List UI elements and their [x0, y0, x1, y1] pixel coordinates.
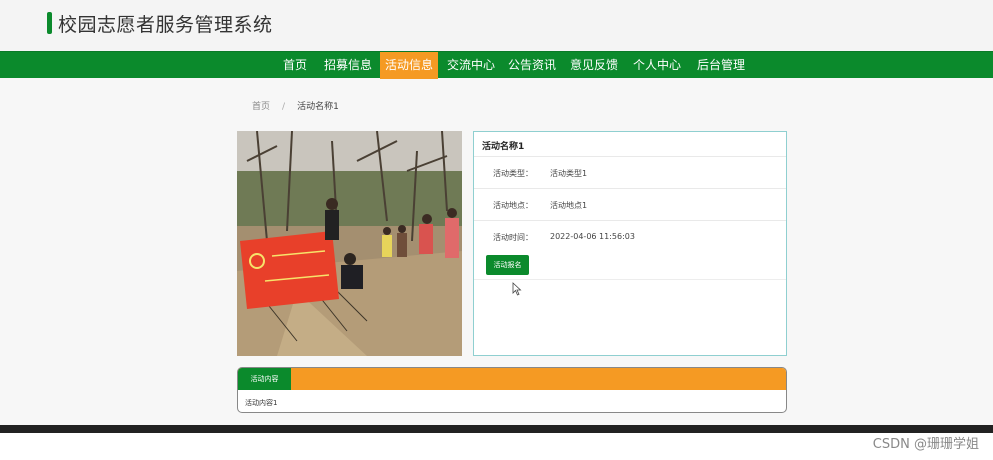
- activity-name: 活动名称1: [482, 142, 525, 152]
- activity-photo-image: [237, 131, 462, 356]
- nav-item-announcements[interactable]: 公告资讯: [503, 52, 561, 79]
- app-window: 校园志愿者服务管理系统 首页 招募信息 活动信息 交流中心 公告资讯 意见反馈 …: [0, 0, 993, 428]
- tab-activity-content[interactable]: 活动内容: [238, 368, 291, 390]
- breadcrumb-home[interactable]: 首页: [252, 102, 270, 112]
- signup-button[interactable]: 活动报名: [486, 255, 529, 275]
- activity-time-value: 2022-04-06 11:56:03: [550, 232, 635, 241]
- activity-photo: [237, 131, 462, 356]
- main-nav: 首页 招募信息 活动信息 交流中心 公告资讯 意见反馈 个人中心 后台管理: [0, 51, 993, 79]
- activity-location-label: 活动地点：: [493, 201, 533, 210]
- nav-item-recruitment[interactable]: 招募信息: [319, 52, 377, 79]
- watermark: CSDN @珊珊学姐: [872, 437, 979, 452]
- nav-item-forum[interactable]: 交流中心: [442, 52, 500, 79]
- content-tab-bar: [238, 368, 786, 390]
- activity-type-label: 活动类型：: [493, 169, 533, 178]
- breadcrumb: 首页 / 活动名称1: [252, 99, 339, 112]
- activity-time-row: 活动时间： 2022-04-06 11:56:03: [474, 220, 786, 252]
- breadcrumb-separator: /: [282, 102, 286, 112]
- activity-detail-card: 活动名称1 活动类型： 活动类型1 活动地点： 活动地点1 活动时间： 2022…: [473, 131, 787, 356]
- activity-content-panel: 活动内容 活动内容1: [237, 367, 787, 413]
- breadcrumb-current: 活动名称1: [297, 102, 339, 112]
- app-title: 校园志愿者服务管理系统: [58, 14, 273, 36]
- bottom-bar: [0, 425, 993, 433]
- nav-item-activities[interactable]: 活动信息: [380, 52, 439, 79]
- activity-location-value: 活动地点1: [550, 201, 588, 210]
- page: 校园志愿者服务管理系统 首页 招募信息 活动信息 交流中心 公告资讯 意见反馈 …: [0, 0, 993, 460]
- detail-divider: [474, 279, 786, 280]
- logo-mark: [47, 12, 52, 34]
- nav-item-admin[interactable]: 后台管理: [692, 52, 750, 79]
- activity-location-row: 活动地点： 活动地点1: [474, 188, 786, 220]
- activity-type-row: 活动类型： 活动类型1: [474, 156, 786, 188]
- mouse-cursor-icon: [512, 282, 522, 296]
- activity-content-text: 活动内容1: [245, 399, 278, 407]
- activity-time-label: 活动时间：: [493, 233, 533, 242]
- nav-item-home[interactable]: 首页: [278, 52, 312, 79]
- nav-item-feedback[interactable]: 意见反馈: [565, 52, 623, 79]
- activity-type-value: 活动类型1: [550, 169, 588, 178]
- header: 校园志愿者服务管理系统: [0, 0, 993, 51]
- nav-item-profile[interactable]: 个人中心: [628, 52, 686, 79]
